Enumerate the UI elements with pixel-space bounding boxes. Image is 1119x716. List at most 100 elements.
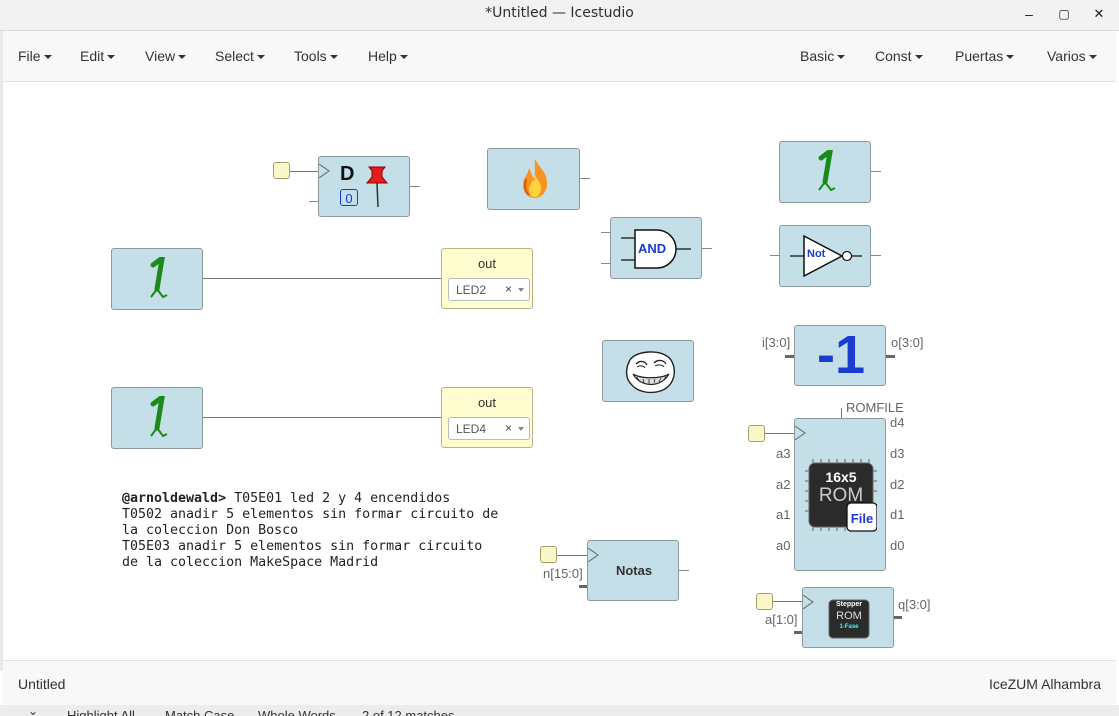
rom-title: 16x5 (825, 469, 857, 485)
rom-block[interactable]: 16x5 ROM File (794, 418, 886, 571)
chevron-down-icon (518, 288, 524, 292)
pin-stub (601, 232, 611, 233)
stepper-in-label: a[1:0] (765, 612, 798, 627)
constant-one-block[interactable] (779, 141, 871, 203)
dff-init-value: 0 (340, 189, 358, 206)
rom-output-d2: d2 (890, 477, 905, 492)
not-gate-block[interactable]: Not (779, 225, 871, 287)
find-close-icon[interactable]: ⌄ (28, 705, 38, 716)
rom-input-a3: a3 (776, 446, 791, 461)
notas-block[interactable]: Notas (587, 540, 679, 601)
pin-stub (679, 570, 689, 571)
output-block-led2[interactable]: out LED2 × (441, 248, 533, 309)
stepper-line3: 1-Fase (839, 624, 859, 630)
menu-view-label: View (145, 48, 176, 64)
dff-block[interactable]: D 0 (318, 156, 410, 217)
minimize-button[interactable]: – (1018, 4, 1040, 24)
constant-one-block[interactable] (111, 387, 203, 449)
menu-basic[interactable]: Basic (800, 48, 846, 64)
note-author: @arnoldewald> (122, 491, 227, 506)
chevron-down-icon (1088, 55, 1097, 60)
wire (765, 433, 794, 434)
maximize-button[interactable]: ▢ (1053, 4, 1075, 24)
rom-input-a1: a1 (776, 507, 791, 522)
output-label: out (477, 256, 497, 271)
note-line: la coleccion Don Bosco (122, 523, 299, 538)
menu-help-label: Help (368, 48, 397, 64)
find-bar: ⌄ Highlight All Match Case Whole Words 2… (0, 705, 1119, 716)
status-project-name: Untitled (18, 676, 66, 692)
rom-output-d0: d0 (890, 538, 905, 553)
chevron-down-icon (1006, 55, 1015, 60)
pin-stub (886, 355, 895, 358)
pin-select-led2[interactable]: LED2 × (448, 278, 530, 301)
note-line: de la coleccion MakeSpace Madrid (122, 555, 379, 570)
rom-clock-square[interactable] (748, 425, 765, 442)
find-match-count: 2 of 12 matches (362, 708, 455, 716)
menu-const[interactable]: Const (875, 48, 923, 64)
clock-triangle-icon (319, 164, 330, 178)
circuit-canvas[interactable]: D 0 AND Not out LED2 × out LED4 × i[3:0]… (3, 82, 1116, 659)
stepper-rom-block[interactable]: Stepper ROM 1-Fase (802, 587, 894, 648)
clear-icon[interactable]: × (505, 421, 512, 435)
chevron-down-icon (329, 55, 338, 60)
menu-edit[interactable]: Edit (80, 48, 116, 64)
menu-varios-label: Varios (1047, 48, 1086, 64)
menu-tools[interactable]: Tools (294, 48, 338, 64)
one-icon (818, 150, 836, 192)
status-board-name[interactable]: IceZUM Alhambra (989, 676, 1101, 692)
fire-icon (523, 159, 548, 198)
menu-select-label: Select (215, 48, 254, 64)
pin-stub (894, 616, 902, 619)
decrement-in-label: i[3:0] (762, 335, 791, 350)
fire-block[interactable] (487, 148, 580, 210)
menu-view[interactable]: View (145, 48, 187, 64)
not-gate-icon (790, 234, 862, 278)
pin-select-led4[interactable]: LED4 × (448, 417, 530, 440)
one-icon (150, 396, 168, 438)
menu-file[interactable]: File (18, 48, 52, 64)
notas-clock-square[interactable] (540, 546, 557, 563)
menu-edit-label: Edit (80, 48, 105, 64)
window-title: *Untitled — Icestudio (485, 5, 634, 21)
find-highlight-all[interactable]: Highlight All (67, 708, 135, 716)
chevron-down-icon (914, 55, 923, 60)
rom-file-label: File (850, 511, 874, 526)
rom-output-d4: d4 (890, 415, 905, 430)
output-block-led4[interactable]: out LED4 × (441, 387, 533, 448)
menu-file-label: File (18, 48, 41, 64)
title-bar: *Untitled — Icestudio – ▢ ✕ (0, 0, 1119, 31)
stepper-clock-square[interactable] (756, 593, 773, 610)
chevron-down-icon (256, 55, 265, 60)
menu-help[interactable]: Help (368, 48, 408, 64)
menu-puertas[interactable]: Puertas (955, 48, 1015, 64)
find-whole-words[interactable]: Whole Words (258, 708, 336, 716)
pushpin-icon (365, 166, 389, 208)
menu-varios[interactable]: Varios (1047, 48, 1097, 64)
decrement-block[interactable]: -1 (794, 325, 886, 386)
pin-stub (794, 631, 802, 634)
find-match-case[interactable]: Match Case (165, 708, 234, 716)
constant-one-block[interactable] (111, 248, 203, 310)
output-label: out (477, 395, 497, 410)
wire (557, 555, 587, 556)
chevron-down-icon (178, 55, 187, 60)
menu-tools-label: Tools (294, 48, 327, 64)
dff-letter: D (340, 163, 355, 185)
clear-icon[interactable]: × (505, 282, 512, 296)
troll-face-block[interactable] (602, 340, 694, 402)
info-note[interactable]: @arnoldewald> T05E01 led 2 y 4 encendido… (122, 491, 498, 571)
note-line: T05E03 anadir 5 elementos sin formar cir… (122, 539, 483, 554)
and-gate-block[interactable]: AND (610, 217, 702, 279)
rom-sub: ROM (818, 485, 864, 506)
close-button[interactable]: ✕ (1088, 4, 1110, 24)
chevron-down-icon (518, 427, 524, 431)
menu-select[interactable]: Select (215, 48, 265, 64)
wire (773, 601, 802, 602)
note-text: T05E01 led 2 y 4 encendidos (226, 491, 451, 506)
not-gate-label: Not (807, 248, 826, 260)
troll-face-icon (625, 351, 675, 394)
clock-input-square[interactable] (273, 162, 290, 179)
rom-param-label: ROMFILE (846, 400, 904, 415)
pin-stub (770, 255, 780, 256)
